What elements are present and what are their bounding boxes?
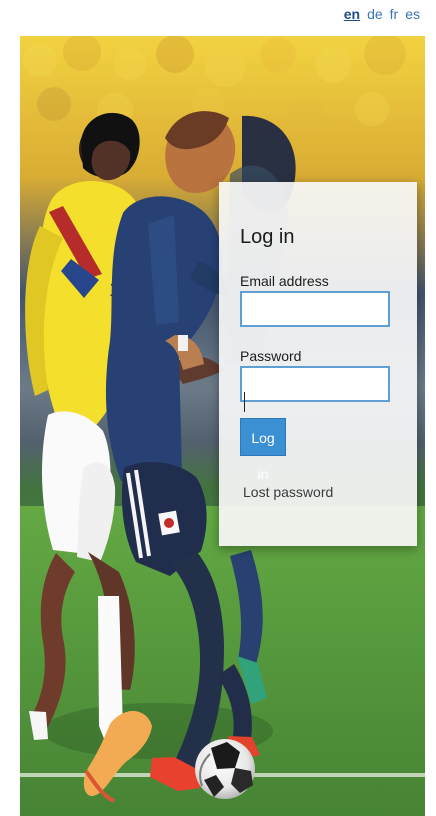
lost-password-link[interactable]: Lost password xyxy=(243,484,396,500)
password-field[interactable] xyxy=(240,366,390,402)
language-de-link[interactable]: de xyxy=(367,4,383,24)
login-button[interactable]: Log in xyxy=(240,418,286,482)
language-switcher: en de fr es xyxy=(344,4,420,24)
language-fr-link[interactable]: fr xyxy=(390,4,399,24)
language-en-link[interactable]: en xyxy=(344,4,360,24)
login-title: Log in xyxy=(240,226,295,248)
login-form: Log in Email address Password Log in Los… xyxy=(219,182,417,546)
email-label: Email address xyxy=(240,273,329,289)
email-field[interactable] xyxy=(240,291,390,327)
language-es-link[interactable]: es xyxy=(405,4,420,24)
text-cursor xyxy=(244,392,245,412)
password-label: Password xyxy=(240,348,302,364)
